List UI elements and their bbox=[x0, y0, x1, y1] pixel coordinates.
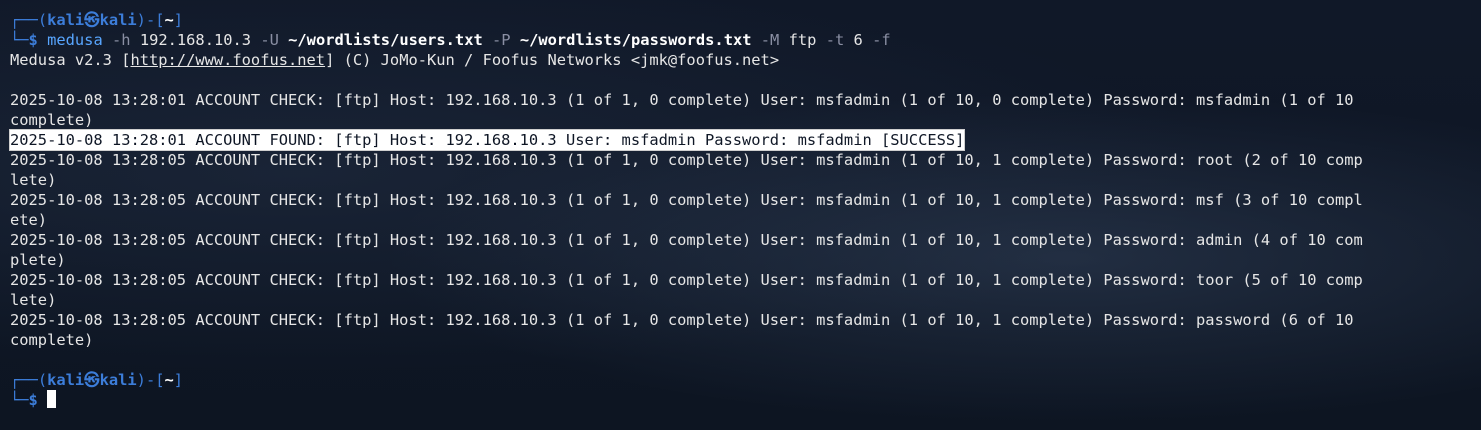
prompt-corner: ┌── bbox=[10, 371, 38, 389]
input-line[interactable]: └─$ bbox=[10, 390, 1481, 410]
output-line: 2025-10-08 13:28:05 ACCOUNT CHECK: [ftp]… bbox=[10, 271, 1363, 289]
account-found-line: 2025-10-08 13:28:01 ACCOUNT FOUND: [ftp]… bbox=[8, 129, 1481, 151]
output-line-wrap: ete) bbox=[10, 211, 48, 229]
prompt-at-icon: ㉿ bbox=[84, 11, 100, 29]
prompt-user: kali bbox=[47, 371, 85, 389]
output-line: 2025-10-08 13:28:05 ACCOUNT CHECK: [ftp]… bbox=[10, 311, 1354, 329]
output-line: 2025-10-08 13:28:01 ACCOUNT CHECK: [ftp]… bbox=[10, 91, 1354, 109]
prompt-host: kali bbox=[99, 11, 137, 29]
account-found-highlight: 2025-10-08 13:28:01 ACCOUNT FOUND: [ftp]… bbox=[8, 129, 966, 151]
banner-link[interactable]: http://www.foofus.net bbox=[130, 51, 325, 69]
output-line: 2025-10-08 13:28:05 ACCOUNT CHECK: [ftp]… bbox=[10, 231, 1363, 249]
output-line: 2025-10-08 13:28:05 ACCOUNT CHECK: [ftp]… bbox=[10, 151, 1363, 169]
terminal-window[interactable]: ┌──(kali㉿kali)-[~] └─$ medusa -h 192.168… bbox=[0, 0, 1481, 430]
prompt-line-top: ┌──(kali㉿kali)-[~] bbox=[10, 11, 184, 29]
text-cursor[interactable] bbox=[47, 390, 57, 408]
command-line: └─$ medusa -h 192.168.10.3 -U ~/wordlist… bbox=[10, 31, 891, 49]
prompt-host: kali bbox=[99, 371, 137, 389]
prompt-dollar: $ bbox=[28, 31, 38, 49]
output-line-wrap: complete) bbox=[10, 331, 94, 349]
banner-line: Medusa v2.3 [http://www.foofus.net] (C) … bbox=[10, 51, 780, 69]
prompt-user: kali bbox=[47, 11, 85, 29]
output-line-wrap: plete) bbox=[10, 251, 66, 269]
prompt-corner: ┌── bbox=[10, 11, 38, 29]
output-line: 2025-10-08 13:28:05 ACCOUNT CHECK: [ftp]… bbox=[10, 191, 1363, 209]
output-line-wrap: complete) bbox=[10, 111, 94, 129]
prompt-cwd: ~ bbox=[164, 371, 174, 389]
prompt-dollar: $ bbox=[28, 391, 38, 409]
prompt-at-icon: ㉿ bbox=[84, 371, 100, 389]
prompt-line-top: ┌──(kali㉿kali)-[~] bbox=[10, 371, 184, 389]
output-line-wrap: lete) bbox=[10, 291, 57, 309]
command-name: medusa bbox=[47, 31, 103, 49]
prompt-cwd: ~ bbox=[164, 11, 174, 29]
output-line-wrap: lete) bbox=[10, 171, 57, 189]
